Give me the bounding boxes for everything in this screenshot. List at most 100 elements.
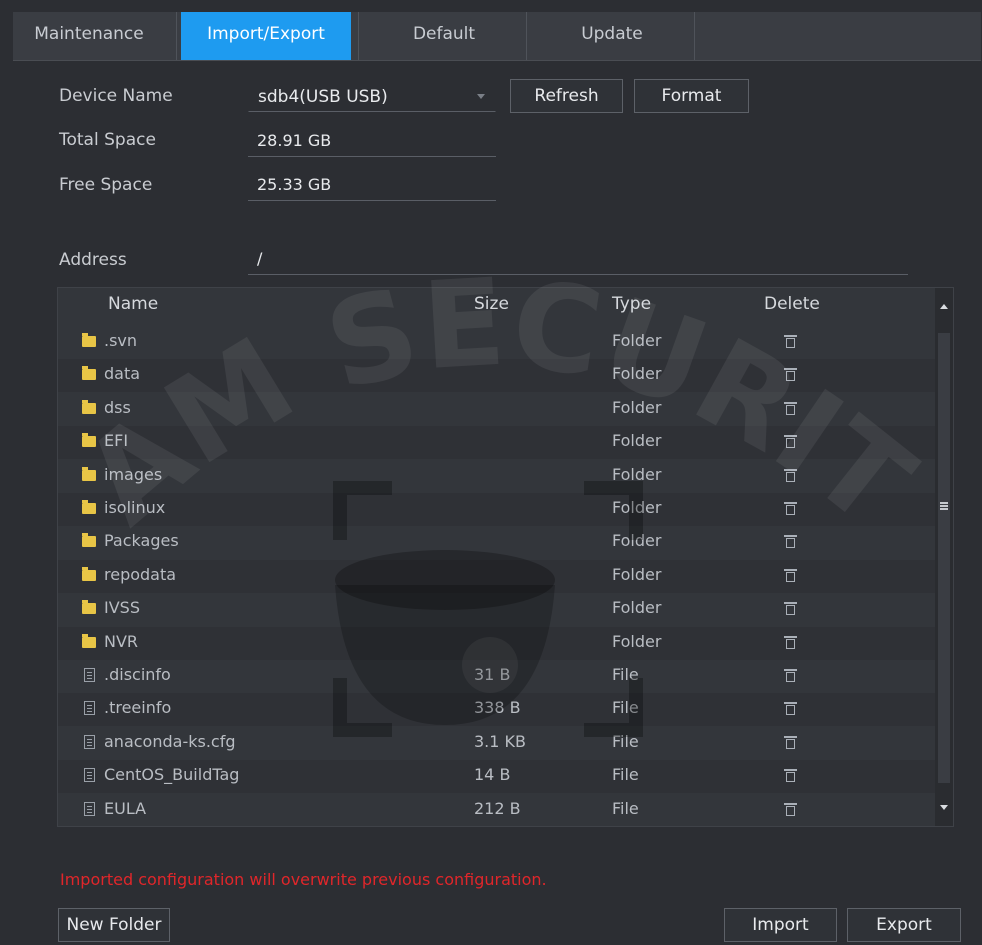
- table-header: Name Size Type Delete: [58, 288, 935, 326]
- table-row[interactable]: EFI Folder: [58, 426, 935, 460]
- tab-default[interactable]: Default: [359, 12, 529, 60]
- file-name: EULA: [104, 798, 147, 818]
- trash-icon[interactable]: [784, 468, 797, 482]
- file-type: Folder: [612, 598, 662, 618]
- file-type: Folder: [612, 631, 662, 651]
- import-export-panel: Maintenance Import/Export Default Update…: [0, 0, 982, 945]
- device-name-select[interactable]: sdb4(USB USB): [248, 80, 496, 112]
- file-type: Folder: [612, 464, 662, 484]
- table-row[interactable]: EULA 212 B File: [58, 794, 935, 827]
- table-row[interactable]: IVSS Folder: [58, 593, 935, 626]
- file-name: images: [104, 464, 163, 484]
- table-row[interactable]: .svn Folder: [58, 326, 935, 359]
- warning-message: Imported configuration will overwrite pr…: [60, 870, 547, 889]
- folder-icon: [82, 566, 96, 581]
- file-type: Folder: [612, 564, 662, 584]
- free-space-label: Free Space: [59, 175, 153, 195]
- file-icon: [84, 801, 95, 816]
- refresh-button[interactable]: Refresh: [510, 79, 623, 113]
- trash-icon[interactable]: [784, 368, 797, 382]
- tab-divider: [176, 12, 177, 60]
- file-icon: [84, 668, 95, 682]
- file-name: repodata: [104, 564, 177, 584]
- file-icon: [84, 734, 95, 749]
- file-type: Folder: [612, 431, 662, 451]
- trash-icon[interactable]: [784, 502, 797, 515]
- trash-icon[interactable]: [784, 602, 797, 616]
- trash-icon[interactable]: [784, 702, 797, 716]
- file-name: IVSS: [104, 598, 140, 618]
- table-scrollbar[interactable]: [935, 288, 953, 826]
- format-button[interactable]: Format: [634, 79, 749, 113]
- tab-update[interactable]: Update: [527, 12, 697, 60]
- tab-import-export[interactable]: Import/Export: [181, 12, 351, 60]
- file-name: Packages: [104, 531, 179, 551]
- export-button[interactable]: Export: [847, 908, 961, 942]
- file-type: Folder: [612, 397, 662, 417]
- device-name-label: Device Name: [59, 86, 173, 106]
- table-row[interactable]: .discinfo 31 B File: [58, 660, 935, 693]
- table-row[interactable]: Packages Folder: [58, 526, 935, 559]
- file-name: isolinux: [104, 498, 166, 517]
- folder-icon: [82, 366, 96, 381]
- trash-icon[interactable]: [784, 769, 797, 783]
- column-header-name[interactable]: Name: [108, 294, 158, 314]
- file-name: CentOS_BuildTag: [104, 765, 240, 785]
- table-row[interactable]: repodata Folder: [58, 559, 935, 593]
- trash-icon[interactable]: [784, 435, 797, 449]
- file-name: dss: [104, 397, 131, 417]
- tab-maintenance[interactable]: Maintenance: [13, 12, 165, 60]
- trash-icon[interactable]: [784, 535, 797, 549]
- file-type: File: [612, 731, 639, 751]
- total-space-field: 28.91 GB: [248, 125, 496, 157]
- tab-divider: [694, 12, 695, 60]
- file-size: 31 B: [474, 665, 511, 684]
- table-row[interactable]: isolinux Folder: [58, 493, 935, 526]
- file-type: File: [612, 665, 639, 684]
- file-table: Name Size Type Delete .svn Folder data Fold…: [57, 287, 954, 827]
- column-header-size[interactable]: Size: [474, 294, 509, 314]
- column-header-type[interactable]: Type: [612, 294, 651, 314]
- table-row[interactable]: images Folder: [58, 460, 935, 493]
- import-button[interactable]: Import: [724, 908, 837, 942]
- chevron-down-icon: [477, 94, 485, 99]
- scroll-down-icon[interactable]: [940, 805, 948, 810]
- file-size: 212 B: [474, 798, 521, 818]
- file-size: 3.1 KB: [474, 731, 526, 751]
- file-size: 14 B: [474, 765, 511, 785]
- table-row[interactable]: CentOS_BuildTag 14 B File: [58, 760, 935, 794]
- trash-icon[interactable]: [784, 401, 797, 415]
- folder-icon: [82, 399, 96, 414]
- trash-icon[interactable]: [784, 635, 797, 649]
- file-name: data: [104, 364, 141, 384]
- folder-icon: [82, 533, 96, 548]
- scroll-up-icon[interactable]: [940, 304, 948, 309]
- device-name-value: sdb4(USB USB): [258, 87, 388, 107]
- trash-icon[interactable]: [784, 669, 797, 682]
- file-type: File: [612, 765, 639, 785]
- table-row[interactable]: data Folder: [58, 359, 935, 393]
- file-name: .discinfo: [104, 665, 171, 684]
- file-icon: [84, 701, 95, 716]
- folder-icon: [82, 633, 96, 648]
- table-row[interactable]: .treeinfo 338 B File: [58, 693, 935, 727]
- folder-icon: [82, 466, 96, 481]
- address-field[interactable]: /: [248, 243, 908, 275]
- file-type: Folder: [612, 531, 662, 551]
- table-row[interactable]: anaconda-ks.cfg 3.1 KB File: [58, 727, 935, 760]
- folder-icon: [82, 433, 96, 448]
- file-name: EFI: [104, 431, 129, 451]
- file-icon: [84, 768, 95, 783]
- folder-icon: [82, 333, 96, 347]
- trash-icon[interactable]: [784, 735, 797, 749]
- new-folder-button[interactable]: New Folder: [58, 908, 170, 942]
- trash-icon[interactable]: [784, 802, 797, 816]
- trash-icon[interactable]: [784, 335, 797, 348]
- table-row[interactable]: dss Folder: [58, 393, 935, 426]
- total-space-label: Total Space: [59, 130, 156, 150]
- trash-icon[interactable]: [784, 568, 797, 582]
- scroll-thumb[interactable]: [938, 333, 950, 783]
- table-row[interactable]: NVR Folder: [58, 626, 935, 660]
- file-type: File: [612, 698, 639, 718]
- file-type: File: [612, 798, 639, 818]
